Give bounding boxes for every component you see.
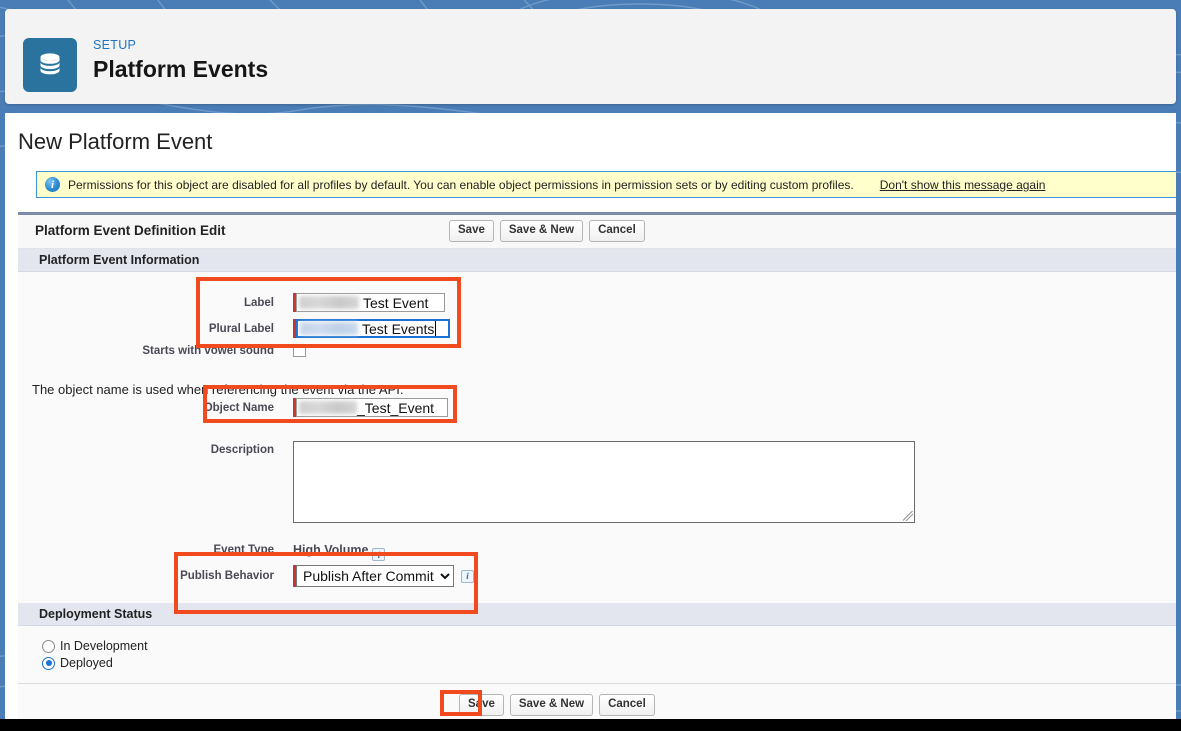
save-and-new-button-top[interactable]: Save & New [500, 220, 583, 242]
field-row-label: Label Test Event [18, 293, 445, 312]
section-title-event-information: Platform Event Information [39, 253, 199, 267]
radio-deployed[interactable] [42, 657, 55, 670]
field-row-plural-label: Plural Label Test Events [18, 319, 450, 338]
form-panel-header: Platform Event Definition Edit Save Save… [18, 215, 1176, 249]
description-textarea[interactable] [293, 441, 915, 523]
field-row-description: Description [18, 441, 915, 523]
radio-label-deployed: Deployed [60, 656, 113, 670]
page-title: New Platform Event [18, 129, 212, 155]
permissions-info-banner: i Permissions for this object are disabl… [36, 171, 1176, 198]
save-button-top[interactable]: Save [449, 220, 494, 242]
publish-behavior-field-label: Publish Behavior [18, 570, 274, 582]
publish-behavior-select[interactable]: Publish After Commit Publish Immediately [296, 565, 454, 587]
save-button-bottom[interactable]: Save [459, 694, 504, 716]
setup-page-title: Platform Events [93, 55, 268, 84]
setup-header: SETUP Platform Events [5, 9, 1176, 104]
redacted-namespace-prefix-object-name [299, 401, 357, 414]
object-name-input-value: _Test_Event [357, 400, 434, 416]
description-field-label: Description [18, 441, 274, 456]
object-name-input[interactable]: _Test_Event [296, 398, 448, 417]
field-row-object-name: Object Name _Test_Event [18, 398, 448, 417]
vowel-sound-field-label: Starts with vowel sound [18, 345, 274, 357]
plural-label-field-label: Plural Label [18, 323, 274, 335]
label-field-label: Label [18, 297, 274, 309]
event-type-value: High Volume [293, 543, 368, 557]
form-footer-bar: Save Save & New Cancel [18, 683, 1176, 719]
platform-event-form-panel: Platform Event Definition Edit Save Save… [18, 212, 1176, 719]
redacted-namespace-prefix-label [299, 296, 359, 309]
deployment-status-section-bar: Deployment Status [18, 603, 1176, 626]
object-name-field-label: Object Name [18, 402, 274, 414]
label-input-value: Test Event [363, 295, 428, 311]
form-panel-title: Platform Event Definition Edit [35, 223, 226, 238]
api-name-note: The object name is used when referencing… [32, 382, 403, 397]
info-square-icon-publish-behavior[interactable]: i [461, 570, 474, 583]
plural-label-input-value: Test Events [362, 321, 434, 337]
vowel-sound-checkbox[interactable] [293, 344, 306, 357]
setup-eyebrow: SETUP [93, 38, 268, 53]
platform-event-information-section-bar: Platform Event Information [18, 249, 1176, 272]
main-content-page: New Platform Event i Permissions for thi… [5, 113, 1176, 719]
form-fields-body: Label Test Event Plural Label Test Event… [18, 272, 1176, 603]
label-input[interactable]: Test Event [296, 293, 445, 312]
radio-label-in-development: In Development [60, 639, 148, 653]
plural-label-input[interactable]: Test Events [296, 319, 450, 338]
radio-row-deployed[interactable]: Deployed [42, 656, 113, 670]
section-title-deployment-status: Deployment Status [39, 607, 152, 621]
banner-message: Permissions for this object are disabled… [68, 178, 854, 192]
text-caret [435, 321, 436, 336]
redacted-namespace-prefix-plural-label [300, 322, 358, 335]
event-type-field-label: Event Type [18, 544, 274, 556]
radio-row-in-development[interactable]: In Development [42, 639, 148, 653]
deployment-status-body: In Development Deployed [18, 626, 1176, 683]
cancel-button-top[interactable]: Cancel [589, 220, 645, 242]
save-and-new-button-bottom[interactable]: Save & New [510, 694, 593, 716]
bottom-button-group: Save Save & New Cancel [459, 694, 655, 716]
dont-show-again-link[interactable]: Don't show this message again [880, 178, 1046, 192]
database-stack-icon [23, 38, 77, 92]
database-stack-glyph [35, 50, 65, 80]
field-row-publish-behavior: Publish Behavior Publish After Commit Pu… [18, 565, 474, 587]
info-circle-icon: i [45, 177, 60, 192]
info-square-icon-event-type[interactable]: i [372, 548, 385, 561]
radio-in-development[interactable] [42, 640, 55, 653]
cancel-button-bottom[interactable]: Cancel [599, 694, 655, 716]
top-button-group: Save Save & New Cancel [449, 220, 645, 242]
field-row-vowel-sound: Starts with vowel sound [18, 344, 306, 357]
field-row-event-type: Event Type High Volume i [18, 543, 385, 557]
setup-title-group: SETUP Platform Events [93, 38, 268, 84]
